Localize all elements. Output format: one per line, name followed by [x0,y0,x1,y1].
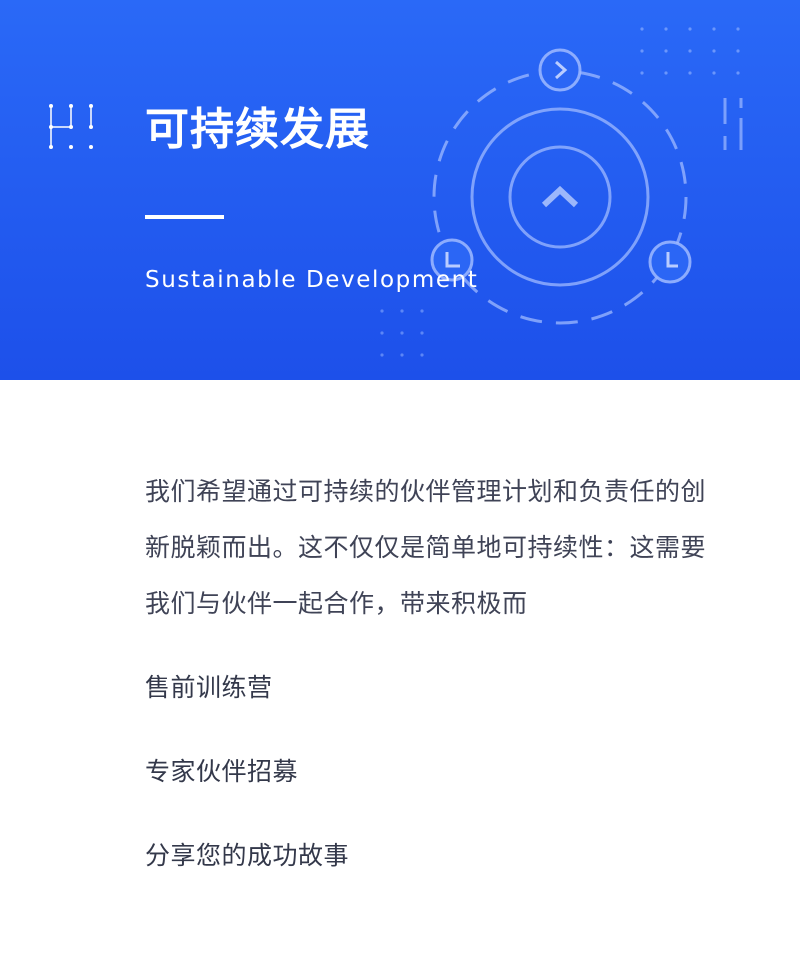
link-share-success-story[interactable]: 分享您的成功故事 [145,836,349,876]
dot-grid-bottom [380,309,424,357]
link-presales-bootcamp[interactable]: 售前训练营 [145,668,349,708]
title-divider [145,215,224,219]
dot-grid-top-right [640,27,740,75]
description-text: 我们希望通过可持续的伙伴管理计划和负责任的创新脱颖而出。这不仅仅是简单地可持续性… [145,477,707,618]
page-title: 可持续发展 [145,104,370,155]
dots-logo-icon [49,104,93,149]
content-section: 我们希望通过可持续的伙伴管理计划和负责任的创新脱颖而出。这不仅仅是简单地可持续性… [0,380,800,968]
hero-banner: 可持续发展 Sustainable Development [0,0,800,380]
page-subtitle: Sustainable Development [145,267,479,293]
link-expert-partner-recruit[interactable]: 专家伙伴招募 [145,752,349,792]
hero-decoration [49,27,743,357]
link-list: 售前训练营 专家伙伴招募 分享您的成功故事 [145,668,349,920]
vertical-bars [723,98,743,150]
